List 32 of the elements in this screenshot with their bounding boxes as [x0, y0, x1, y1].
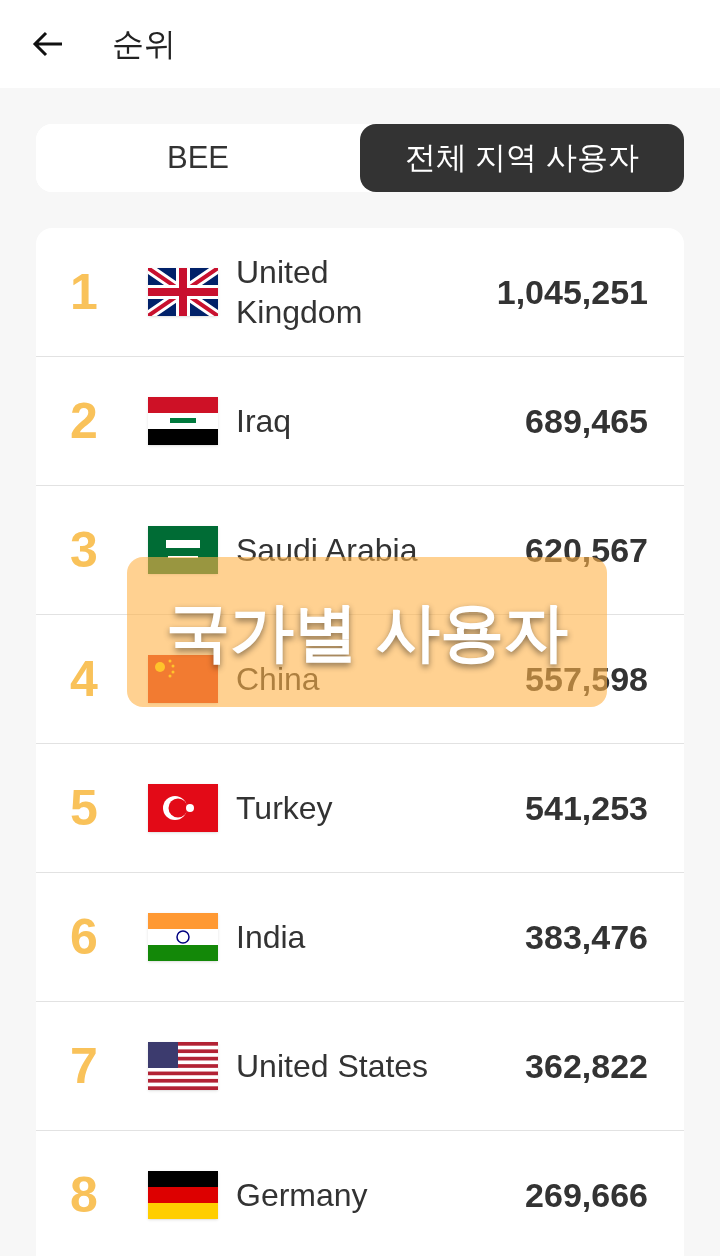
country-name: Iraq [236, 402, 293, 441]
page-title: 순위 [112, 25, 176, 64]
user-count: 1,045,251 [496, 271, 648, 313]
rank-number: 7 [70, 1036, 99, 1096]
flag-icon [148, 268, 218, 316]
back-icon[interactable] [32, 30, 64, 58]
rank-number: 2 [70, 391, 99, 451]
user-count: 541,253 [525, 787, 648, 829]
tab[interactable]: 전체 지역 사용자 [360, 124, 684, 192]
user-count: 620,567 [525, 529, 648, 571]
country-name: United States [236, 1047, 430, 1086]
flag-icon [148, 1042, 218, 1090]
flag-icon [148, 1171, 218, 1219]
country-name: Saudi Arabia [236, 531, 419, 570]
user-count: 383,476 [525, 916, 648, 958]
user-count: 362,822 [525, 1045, 648, 1087]
country-name: Turkey [236, 789, 334, 828]
rank-number: 3 [70, 520, 99, 580]
rank-number: 8 [70, 1165, 99, 1225]
flag-icon [148, 526, 218, 574]
country-name: India [236, 918, 307, 957]
user-count: 689,465 [525, 400, 648, 442]
flag-icon [148, 397, 218, 445]
country-name: United Kingdom [236, 253, 364, 332]
flag-icon [148, 913, 218, 961]
rank-number: 5 [70, 778, 99, 838]
rank-number: 1 [70, 262, 99, 322]
flag-icon [148, 784, 218, 832]
rank-number: 6 [70, 907, 99, 967]
user-count: 269,666 [525, 1174, 648, 1216]
rank-number: 4 [70, 649, 99, 709]
country-name: Germany [236, 1176, 369, 1215]
